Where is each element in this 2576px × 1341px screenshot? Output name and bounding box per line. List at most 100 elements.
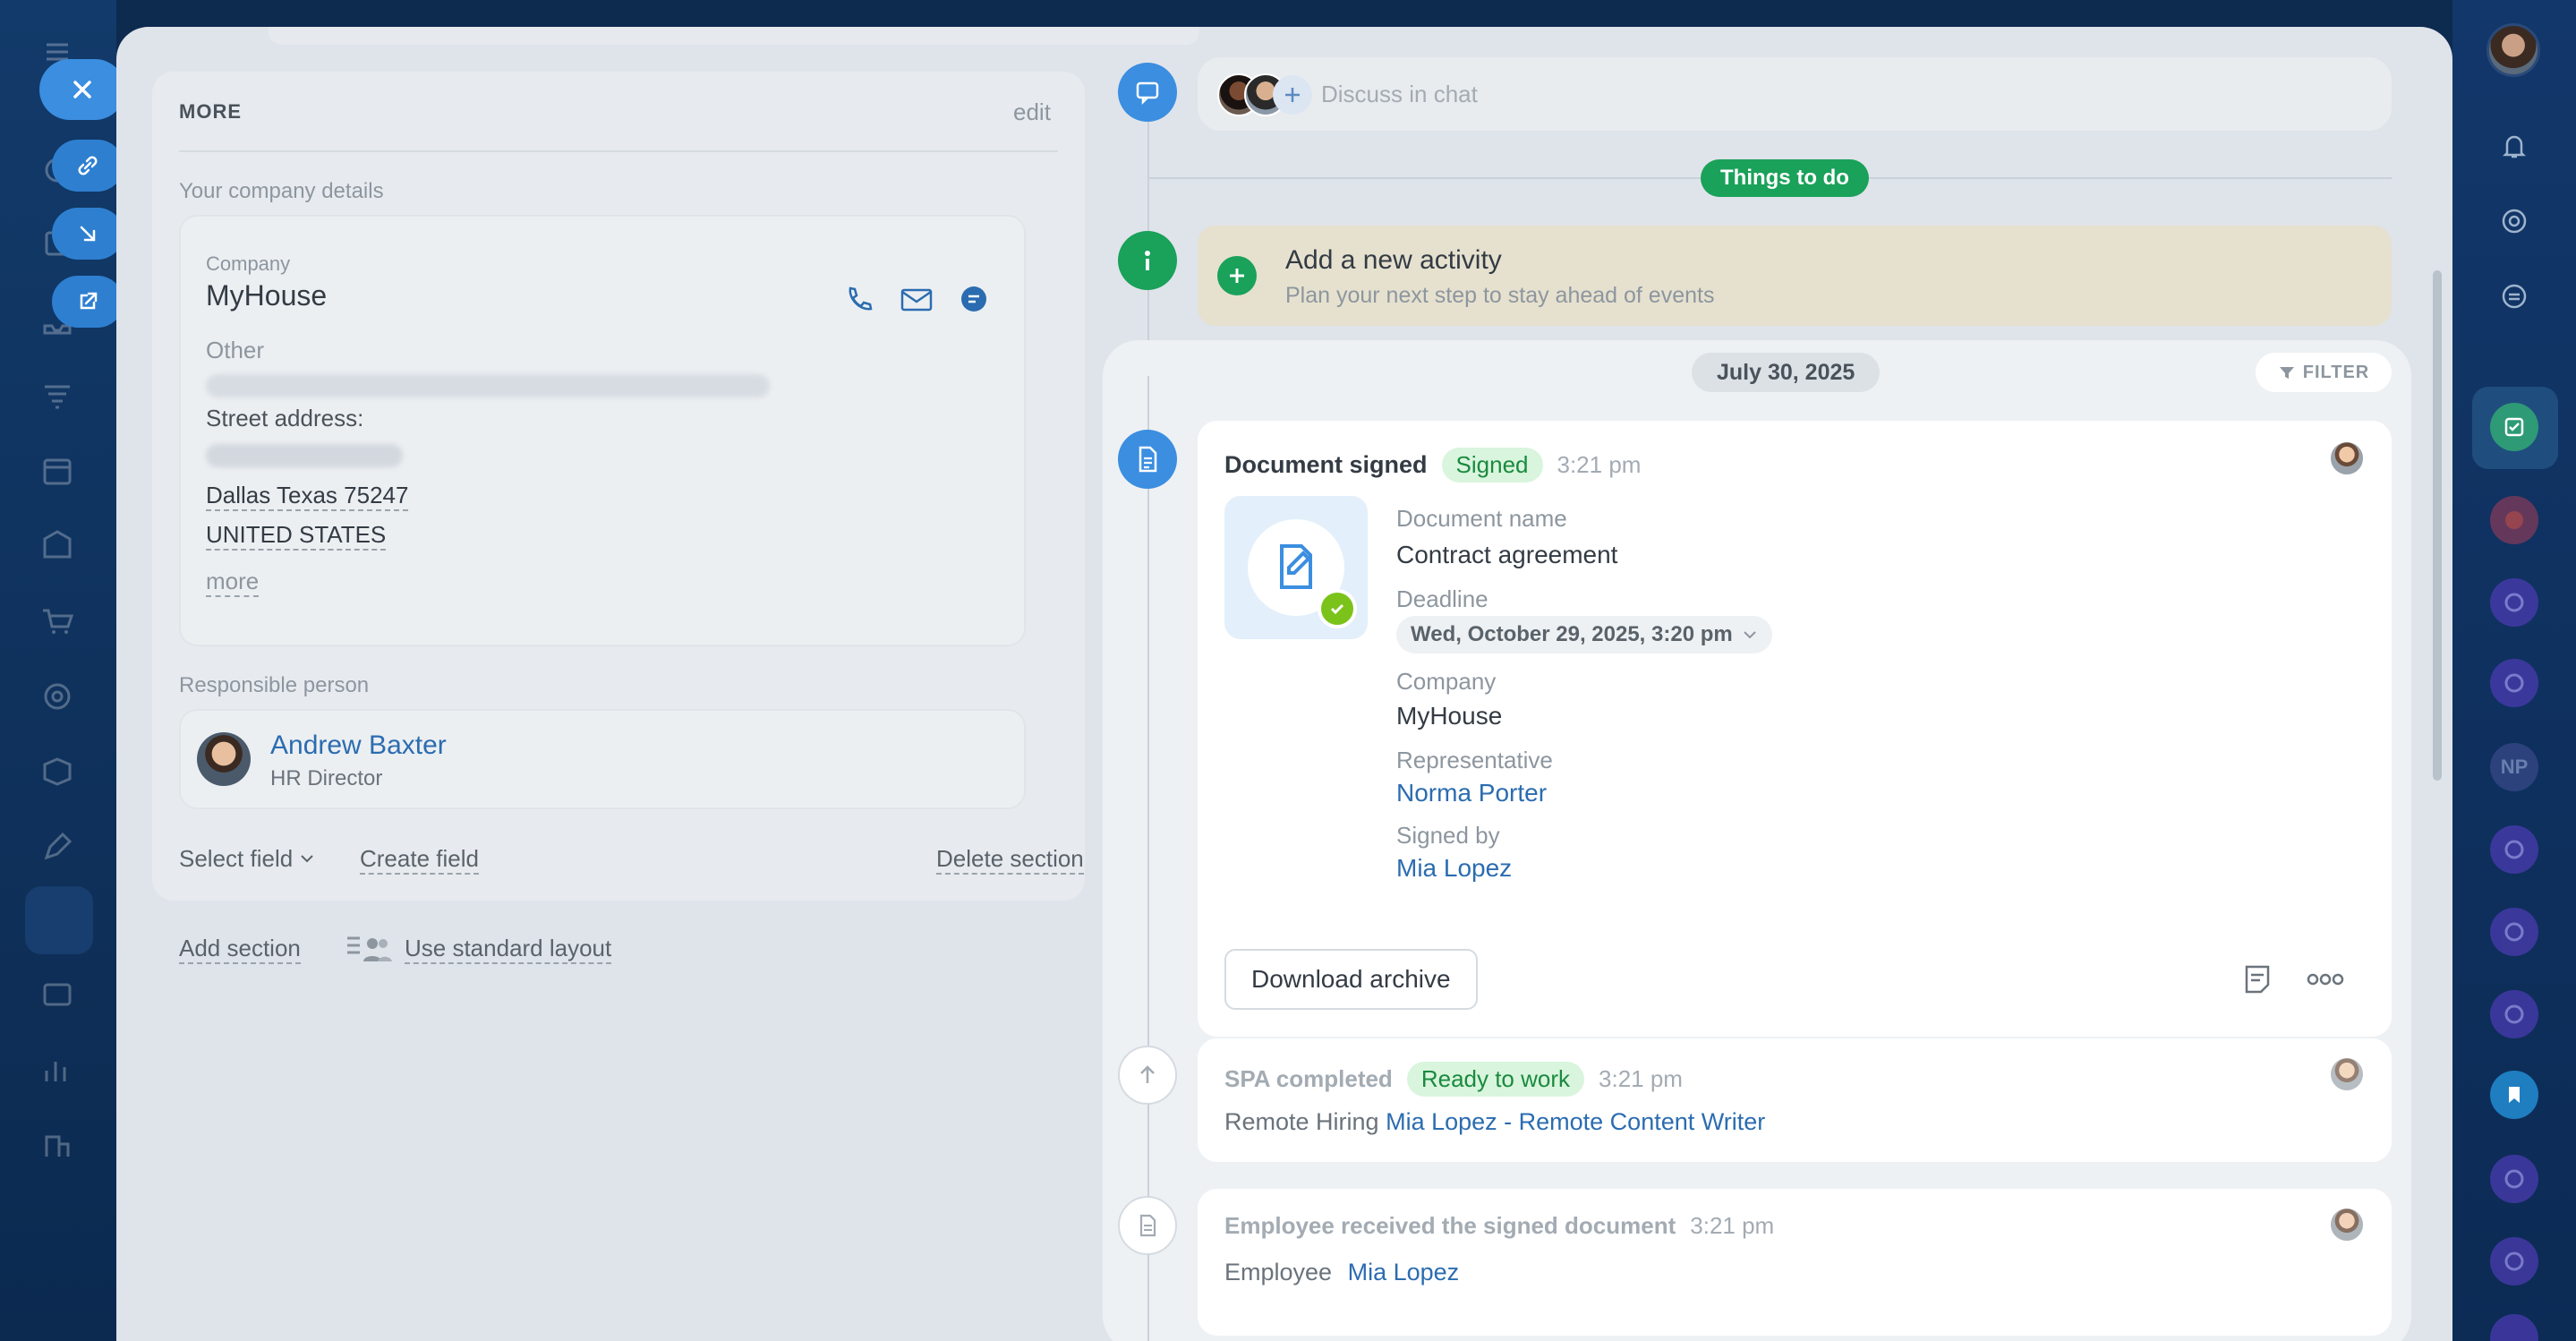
pen-icon[interactable] xyxy=(38,827,77,867)
document-name-value: Contract agreement xyxy=(1396,541,1618,568)
add-activity-title[interactable]: Add a new activity xyxy=(1285,245,1502,276)
company-icon[interactable] xyxy=(38,1126,77,1166)
checklist-icon[interactable] xyxy=(2490,403,2538,451)
link-icon xyxy=(78,156,98,175)
filter-label: FILTER xyxy=(2302,362,2370,382)
sign-section-active[interactable] xyxy=(25,886,93,954)
open-channel-icon-3[interactable] xyxy=(2490,825,2538,874)
plus-icon xyxy=(1285,88,1300,102)
street-address-label: Street address: xyxy=(206,405,364,431)
deadline-label: Deadline xyxy=(1396,585,1488,612)
ready-to-work-badge: Ready to work xyxy=(1406,1062,1585,1097)
check-icon xyxy=(1318,589,1357,628)
spa-author-avatar[interactable] xyxy=(2329,1056,2365,1092)
chat-board-icon[interactable] xyxy=(38,976,77,1015)
more-actions-icon[interactable] xyxy=(2304,961,2347,997)
calendar-icon[interactable] xyxy=(38,451,77,491)
open-channel-icon-2[interactable] xyxy=(2490,659,2538,707)
address-line-1[interactable]: Dallas Texas 75247 xyxy=(206,482,409,511)
np-initials: NP xyxy=(2500,756,2529,778)
responsible-avatar[interactable] xyxy=(197,732,251,786)
date-separator: July 30, 2025 xyxy=(1692,353,1881,392)
copy-link-button[interactable] xyxy=(52,140,124,192)
target-icon[interactable] xyxy=(38,677,77,716)
note-icon[interactable] xyxy=(2239,961,2275,997)
spa-link[interactable]: Mia Lopez - Remote Content Writer xyxy=(1386,1108,1765,1135)
spa-entry-time: 3:21 pm xyxy=(1599,1065,1683,1092)
signed-by-link[interactable]: Mia Lopez xyxy=(1396,854,1512,883)
more-section-title: MORE xyxy=(179,100,242,123)
open-channel-icon-5[interactable] xyxy=(2490,990,2538,1038)
arrow-down-right-icon xyxy=(80,226,96,242)
email-icon[interactable] xyxy=(899,281,934,317)
address-line-2[interactable]: UNITED STATES xyxy=(206,521,387,551)
select-field-label: Select field xyxy=(179,845,294,872)
open-channel-icon-1[interactable] xyxy=(2490,578,2538,627)
add-section-link[interactable]: Add section xyxy=(179,935,301,964)
chat-placeholder[interactable]: Discuss in chat xyxy=(1321,81,1478,108)
document-name-label: Document name xyxy=(1396,505,1567,532)
chevron-down-icon xyxy=(1744,631,1756,639)
open-channel-icon-7[interactable] xyxy=(2490,1237,2538,1285)
info-timeline-icon xyxy=(1118,231,1177,290)
more-link[interactable]: more xyxy=(206,568,260,597)
employee-prefix: Employee xyxy=(1224,1259,1333,1285)
create-field-link[interactable]: Create field xyxy=(360,845,479,875)
author-avatar[interactable] xyxy=(2329,440,2365,476)
box-icon[interactable] xyxy=(38,752,77,791)
open-channel-icon-6[interactable] xyxy=(2490,1155,2538,1203)
alert-icon[interactable] xyxy=(2490,496,2538,544)
add-activity-plus-icon[interactable] xyxy=(1217,256,1257,295)
company-field-value: MyHouse xyxy=(1396,702,1503,730)
sync-icon[interactable] xyxy=(2490,272,2538,320)
user-avatar[interactable] xyxy=(2486,23,2540,77)
employee-entry-time: 3:21 pm xyxy=(1690,1212,1775,1239)
employee-author-avatar[interactable] xyxy=(2329,1207,2365,1243)
add-participant-button[interactable] xyxy=(1273,75,1312,115)
deadline-selector[interactable]: Wed, October 29, 2025, 3:20 pm xyxy=(1396,616,1772,653)
open-new-window-button[interactable] xyxy=(52,276,124,328)
representative-label: Representative xyxy=(1396,747,1553,773)
analytics-icon[interactable] xyxy=(38,1051,77,1090)
blurred-street-value xyxy=(206,444,403,467)
filter-button[interactable]: FILTER xyxy=(2256,353,2392,392)
external-link-icon xyxy=(80,292,98,310)
responsible-name[interactable]: Andrew Baxter xyxy=(270,730,447,761)
other-label: Other xyxy=(206,337,265,363)
layout-users-icon xyxy=(345,935,392,963)
document-thumbnail[interactable] xyxy=(1224,496,1368,639)
filter-funnel-icon[interactable] xyxy=(38,376,77,415)
chat-bubble-icon[interactable] xyxy=(956,281,992,317)
use-standard-layout-link[interactable]: Use standard layout xyxy=(405,935,612,964)
store-icon[interactable] xyxy=(38,525,77,564)
close-slider-button[interactable] xyxy=(39,59,125,120)
delete-section-link[interactable]: Delete section xyxy=(936,845,1084,875)
deadline-value: Wed, October 29, 2025, 3:20 pm xyxy=(1411,622,1733,646)
document-entry-time: 3:21 pm xyxy=(1557,451,1642,478)
company-details-box: Company MyHouse Other Street address: Da… xyxy=(179,215,1026,646)
bookmark-icon[interactable] xyxy=(2490,1071,2538,1119)
representative-link[interactable]: Norma Porter xyxy=(1396,779,1547,807)
company-label: Company xyxy=(206,252,291,275)
vertical-scrollbar[interactable] xyxy=(2433,270,2442,781)
open-channel-icon-4[interactable] xyxy=(2490,908,2538,956)
employee-link[interactable]: Mia Lopez xyxy=(1348,1259,1460,1285)
download-archive-button[interactable]: Download archive xyxy=(1224,949,1478,1010)
document-signed-entry: Document signed Signed 3:21 pm Document … xyxy=(1198,421,2392,1037)
company-details-label: Your company details xyxy=(179,179,384,203)
edit-link[interactable]: edit xyxy=(1013,98,1051,126)
select-field-dropdown[interactable]: Select field xyxy=(179,845,315,873)
notifications-icon[interactable] xyxy=(2490,122,2538,170)
cart-icon[interactable] xyxy=(38,602,77,641)
activity-stream-icon[interactable] xyxy=(2490,197,2538,245)
deal-slider-panel: MORE edit Your company details Company M… xyxy=(116,27,2452,1341)
spa-completed-entry: SPA completed Ready to work 3:21 pm Remo… xyxy=(1198,1038,2392,1162)
document-timeline-icon xyxy=(1118,430,1177,489)
more-section-card: MORE edit Your company details Company M… xyxy=(152,72,1085,901)
minimize-button[interactable] xyxy=(52,208,124,260)
company-name[interactable]: MyHouse xyxy=(206,279,327,312)
phone-icon[interactable] xyxy=(840,281,875,317)
add-activity-card[interactable]: Add a new activity Plan your next step t… xyxy=(1198,226,2392,326)
np-avatar[interactable]: NP xyxy=(2490,743,2538,791)
discuss-in-chat-bar[interactable]: Discuss in chat xyxy=(1198,57,2392,131)
